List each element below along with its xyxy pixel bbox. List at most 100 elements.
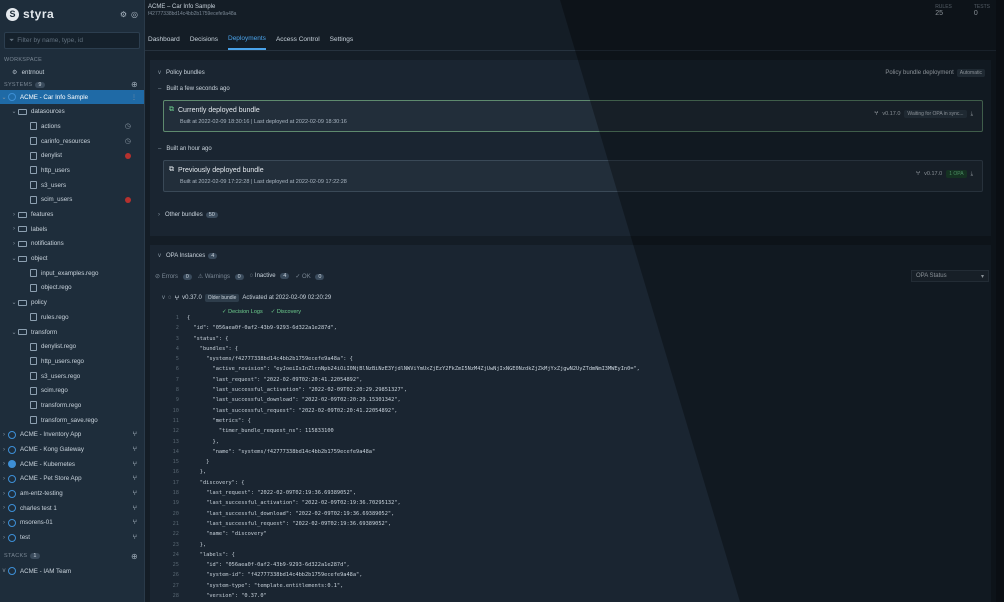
code-text: }, [187,541,207,548]
code-text: "last_request": "2022-02-09T02:20:41.220… [187,376,363,383]
chevron-right-icon[interactable]: › [10,241,18,247]
tree-item[interactable]: http_users.rego [0,354,144,369]
previous-bundle-title: Previously deployed bundle [178,166,264,174]
chevron-down-icon[interactable]: ⌄ [10,329,18,336]
opa-status-select[interactable]: OPA Status ▾ [911,270,989,282]
chevron-right-icon[interactable]: › [10,212,18,218]
tab-decisions[interactable]: Decisions [190,28,218,50]
code-line: 21 "last_successful_request": "2022-02-0… [165,519,640,529]
system-icon [8,445,16,454]
help-icon[interactable]: ◎ [131,10,138,19]
tree-item[interactable]: › ACME - Kubernetes ⵖ [0,457,144,472]
stacks-count: 1 [30,553,40,559]
stack-item[interactable]: v ACME - IAM Team [0,564,144,579]
opa-instances-count: 4 [208,253,218,259]
more-icon[interactable]: ⋮ [131,94,137,101]
tree-item[interactable]: › test ⵖ [0,530,144,545]
tree-item[interactable]: ⌄ datasources [0,104,144,119]
tree-item[interactable]: › charles test 1 ⵖ [0,501,144,516]
settings-icon[interactable]: ⚙ [120,10,127,19]
group1-label: Built a few seconds ago [166,86,230,92]
chevron-down-icon[interactable]: ⌄ [10,108,18,115]
chevron-right-icon[interactable]: › [0,447,8,453]
chevron-right-icon[interactable]: › [0,476,8,482]
tree-item[interactable]: › labels [0,222,144,237]
systems-label: SYSTEMS [4,81,33,88]
tree-item-label: scim_users [41,196,73,204]
tree-item[interactable]: ⌄ ACME - Car Info Sample ⋮ [0,89,144,105]
workspace-item[interactable]: ⚙ entrnout [0,65,144,80]
group2-header: – Built an hour ago [150,142,212,156]
other-bundles-row[interactable]: › Other bundles 50 [150,208,218,222]
filter-input[interactable]: ⏷ Filter by name, type, id [4,32,140,49]
tab-access-control[interactable]: Access Control [276,28,320,50]
chevron-down-icon[interactable]: ⌄ [10,299,18,306]
chevron-right-icon[interactable]: › [0,461,8,467]
tree-item[interactable]: denylist.rego [0,339,144,354]
code-line: 7 "last_request": "2022-02-09T02:20:41.2… [165,375,640,385]
tree-item[interactable]: transform.rego [0,398,144,413]
chevron-right-icon[interactable]: › [0,505,8,511]
chevron-right-icon[interactable]: › [10,226,18,232]
current-bundle-card[interactable]: ⧉ Currently deployed bundle Built at 202… [163,100,983,132]
tree-item[interactable]: denylist [0,148,144,163]
tree-item[interactable]: rules.rego [0,310,144,325]
filter-errors[interactable]: ⊘ Errors 0 [155,273,192,280]
tab-deployments[interactable]: Deployments [228,28,266,50]
tree-item-label: test [20,534,30,542]
previous-bundle-card[interactable]: ⧉ Previously deployed bundle Built at 20… [163,160,983,192]
tree-item-label: datasources [31,108,65,116]
tree-item[interactable]: http_users [0,163,144,178]
tree-item[interactable]: input_examples.rego [0,266,144,281]
tree-item[interactable]: ⌄ object [0,251,144,266]
tree-item[interactable]: scim_users [0,193,144,208]
tree-item[interactable]: s3_users [0,178,144,193]
chevron-down-icon[interactable]: ⌄ [0,94,8,101]
chevron-right-icon[interactable]: › [0,491,8,497]
main-content: ACME – Car Info Sample f42777338bd14c4bb… [145,0,996,602]
tab-settings[interactable]: Settings [330,28,354,50]
tree-item[interactable]: s3_users.rego [0,369,144,384]
tree-item[interactable]: › msorens-01 ⵖ [0,516,144,531]
filter-inactive[interactable]: ◌ Inactive 4 [250,273,290,279]
tree-item-label: msorens-01 [20,519,53,527]
add-system-icon[interactable]: ⊕ [131,80,138,89]
chevron-right-icon[interactable]: › [0,432,8,438]
tree-item[interactable]: › ACME - Kong Gateway ⵖ [0,442,144,457]
add-stack-icon[interactable]: ⊕ [131,552,138,561]
line-number: 11 [172,417,179,424]
tree-item[interactable]: transform_save.rego [0,413,144,428]
code-text: "metrics": { [187,417,251,424]
policy-bundles-header[interactable]: v Policy bundles Policy bundle deploymen… [150,66,991,80]
tree-item[interactable]: › features [0,207,144,222]
tree-item-label: notifications [31,240,64,248]
tree-item[interactable]: scim.rego [0,383,144,398]
tree-item[interactable]: actions ◷ [0,119,144,134]
filter-ok[interactable]: ✓ OK 0 [295,273,325,280]
tree-item[interactable]: › ACME - Pet Store App ⵖ [0,472,144,487]
rules-stat: RULES 25 [935,4,952,17]
opa-instances-header[interactable]: v OPA Instances 4 [150,249,991,263]
chevron-right-icon[interactable]: › [0,535,8,541]
deployment-mode-toggle[interactable]: Automatic [956,69,985,77]
tree-item[interactable]: ⌄ transform [0,325,144,340]
chevron-down-icon[interactable]: ⌄ [10,255,18,262]
chevron-down-icon: ▾ [980,273,984,280]
download-icon[interactable]: ⤓ [971,171,973,178]
tests-stat: TESTS 0 [974,4,990,17]
tree-item[interactable]: carinfo_resources ◷ [0,134,144,149]
chevron-right-icon[interactable]: › [0,520,8,526]
tree-item[interactable]: › notifications [0,237,144,252]
code-line: 13 }, [165,437,640,447]
tree-item[interactable]: › ACME - Inventory App ⵖ [0,428,144,443]
download-icon[interactable]: ⤓ [971,111,973,118]
line-number: 27 [172,582,179,589]
tab-dashboard[interactable]: Dashboard [148,28,180,50]
tree-item[interactable]: › am-entz-testing ⵖ [0,486,144,501]
folder-icon [18,226,27,233]
tree-item[interactable]: ⌄ policy [0,295,144,310]
tree-item[interactable]: object.rego [0,281,144,296]
filter-warnings[interactable]: ⚠ Warnings 0 [198,273,244,280]
system-icon [8,474,16,483]
opa-instance-row[interactable]: v ◌ ⵖ v0.37.0 Older bundle Activated at … [150,291,991,305]
